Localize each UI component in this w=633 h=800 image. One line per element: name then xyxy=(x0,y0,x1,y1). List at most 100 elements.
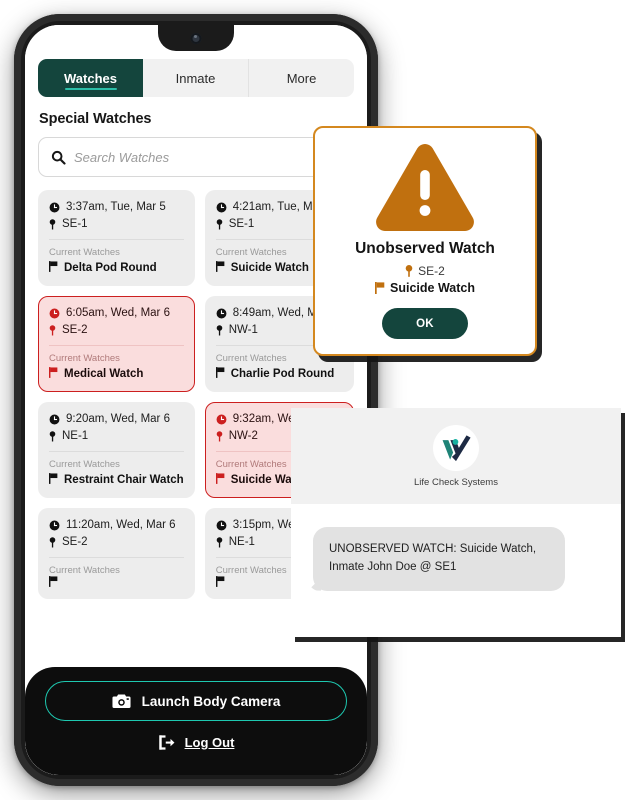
clock-icon xyxy=(49,202,60,213)
clock-icon xyxy=(216,308,227,319)
card-location-row: SE-2 xyxy=(49,536,184,548)
dialog-ok-label: OK xyxy=(416,317,434,330)
location-pin-icon xyxy=(49,218,56,230)
dialog-location-label: SE-2 xyxy=(418,264,445,278)
card-watch-name: Medical Watch xyxy=(64,368,144,380)
watch-card[interactable]: 11:20am, Wed, Mar 6 SE-2 Current Watches xyxy=(38,508,195,599)
card-watch-row: Restraint Chair Watch xyxy=(49,470,184,486)
card-time-row: 11:20am, Wed, Mar 6 xyxy=(49,519,184,531)
logout-label: Log Out xyxy=(184,735,235,750)
clock-icon xyxy=(49,520,60,531)
watch-card[interactable]: 3:37am, Tue, Mar 5 SE-1 Current Watches Del… xyxy=(38,190,195,286)
tab-active-underline xyxy=(64,87,117,90)
card-location: SE-2 xyxy=(62,536,88,548)
page-title: Special Watches xyxy=(39,111,152,127)
flag-icon xyxy=(49,366,58,378)
card-watch-row xyxy=(49,576,184,587)
card-divider xyxy=(49,345,184,346)
card-location: NE-1 xyxy=(228,536,255,548)
logout-button[interactable]: Log Out xyxy=(45,734,347,751)
flag-icon xyxy=(215,576,225,587)
screenshot-stage: Watches Inmate More Special Watches Sear… xyxy=(0,0,633,800)
dialog-title: Unobserved Watch xyxy=(355,240,495,257)
card-location-row: SE-2 xyxy=(49,324,184,336)
card-time: 9:20am, Wed, Mar 6 xyxy=(66,413,170,425)
card-divider xyxy=(49,557,184,558)
search-bar[interactable] xyxy=(38,137,354,177)
card-watch-name: Delta Pod Round xyxy=(64,262,157,274)
location-pin-icon xyxy=(216,218,223,230)
location-pin-icon xyxy=(49,324,56,336)
watch-card[interactable]: 6:05am, Wed, Mar 6 SE-2 Current Watches Med… xyxy=(38,296,195,392)
watch-card[interactable]: 9:20am, Wed, Mar 6 NE-1 Current Watches Res… xyxy=(38,402,195,498)
notification-panel: Life Check Systems UNOBSERVED WATCH: Sui… xyxy=(291,408,621,637)
search-input[interactable] xyxy=(74,149,341,165)
card-location: SE-1 xyxy=(228,218,255,230)
card-location: SE-2 xyxy=(62,324,88,336)
clock-icon xyxy=(216,202,227,213)
bottom-action-bar: Launch Body Camera Log Out xyxy=(25,667,367,775)
dialog-watch-label: Suicide Watch xyxy=(390,281,475,295)
logout-icon xyxy=(158,734,176,751)
clock-icon xyxy=(216,414,227,425)
card-sub-label: Current Watches xyxy=(49,353,120,364)
card-location-row: NE-1 xyxy=(49,430,184,442)
location-pin-icon xyxy=(49,536,56,548)
card-sub-label: Current Watches xyxy=(49,459,120,470)
unobserved-watch-dialog: Unobserved Watch SE-2 Suicide Watch OK xyxy=(313,126,537,356)
card-watch-row: Delta Pod Round xyxy=(49,258,184,274)
dialog-location: SE-2 xyxy=(315,264,535,278)
tab-more-label: More xyxy=(286,70,317,86)
flag-icon xyxy=(49,260,58,272)
card-location: NW-1 xyxy=(228,324,258,336)
notification-header: Life Check Systems xyxy=(291,408,621,504)
card-location: SE-1 xyxy=(62,218,88,230)
brand-label: Life Check Systems xyxy=(414,476,498,488)
card-watch-name: Restraint Chair Watch xyxy=(64,474,184,486)
flag-icon xyxy=(49,472,58,484)
card-location: NE-1 xyxy=(62,430,89,442)
flag-icon xyxy=(215,260,225,272)
card-divider xyxy=(49,239,184,240)
location-pin-icon xyxy=(216,324,223,336)
card-divider xyxy=(49,451,184,452)
clock-icon xyxy=(216,520,227,531)
card-sub-label: Current Watches xyxy=(49,565,120,576)
flag-icon xyxy=(375,282,385,294)
notification-body: UNOBSERVED WATCH: Suicide Watch, Inmate … xyxy=(291,504,621,591)
launch-body-camera-label: Launch Body Camera xyxy=(141,693,281,709)
warning-triangle-icon xyxy=(315,142,535,234)
flag-icon xyxy=(215,366,225,378)
card-sub-label: Current Watches xyxy=(49,247,120,258)
tab-more[interactable]: More xyxy=(249,59,354,97)
card-time-row: 9:20am, Wed, Mar 6 xyxy=(49,413,184,425)
card-time: 6:05am, Wed, Mar 6 xyxy=(66,307,170,319)
flag-icon xyxy=(215,472,225,484)
card-watch-row: Charlie Pod Round xyxy=(215,364,343,380)
tab-watches[interactable]: Watches xyxy=(38,59,143,97)
clock-icon xyxy=(49,414,60,425)
card-time-row: 6:05am, Wed, Mar 6 xyxy=(49,307,184,319)
tab-watches-label: Watches xyxy=(64,70,117,86)
card-watch-name: Suicide Watch xyxy=(230,262,309,274)
card-location: NW-2 xyxy=(228,430,258,442)
launch-body-camera-button[interactable]: Launch Body Camera xyxy=(45,681,347,721)
card-watch-row: Medical Watch xyxy=(49,364,184,380)
front-camera-glint xyxy=(194,35,197,38)
dialog-ok-button[interactable]: OK xyxy=(382,308,468,339)
card-time-row: 3:37am, Tue, Mar 5 xyxy=(49,201,184,213)
tab-bar: Watches Inmate More xyxy=(38,59,354,97)
clock-icon xyxy=(49,308,60,319)
location-pin-icon xyxy=(216,430,223,442)
card-watch-name: Charlie Pod Round xyxy=(230,368,335,380)
card-location-row: SE-1 xyxy=(49,218,184,230)
dialog-watch-name: Suicide Watch xyxy=(315,281,535,295)
tab-inmate-label: Inmate xyxy=(175,70,216,86)
flag-icon xyxy=(49,576,58,587)
search-icon xyxy=(51,150,66,165)
tab-inmate[interactable]: Inmate xyxy=(143,59,249,97)
location-pin-icon xyxy=(49,430,56,442)
card-time: 3:37am, Tue, Mar 5 xyxy=(66,201,166,213)
card-time: 11:20am, Wed, Mar 6 xyxy=(66,519,176,531)
camera-icon xyxy=(112,693,131,709)
